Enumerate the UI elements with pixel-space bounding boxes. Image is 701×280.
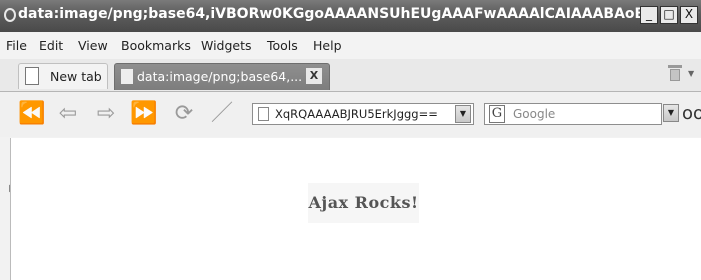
close-tab-icon[interactable]: X [306,68,322,84]
reload-icon[interactable]: ⟳ [170,100,198,128]
address-dropdown-icon[interactable]: ▼ [455,105,471,123]
menu-edit[interactable]: Edit [39,38,63,53]
menu-bar: File Edit View Bookmarks Widgets Tools H… [0,33,701,59]
menu-widgets[interactable]: Widgets [201,38,252,53]
tab-label: data:image/png;base64,... [137,69,303,84]
search-dropdown-icon[interactable]: ▼ [663,104,679,122]
menu-bookmarks[interactable]: Bookmarks [121,38,191,53]
address-value[interactable]: XqRQAAAABJRU5ErkJggg== [275,107,438,121]
window-title: data:image/png;base64,iVBORw0KGgoAAAANSU… [18,6,646,22]
forward-icon[interactable]: ⇨ [92,100,120,128]
menu-tools[interactable]: Tools [267,38,298,53]
page-content: Ajax Rocks! [10,138,701,280]
maximize-button[interactable]: □ [660,6,678,24]
close-window-button[interactable]: X [680,6,698,24]
fast-forward-icon[interactable]: ⏩ [130,100,158,128]
menu-file[interactable]: File [6,38,27,53]
search-placeholder[interactable]: Google [513,107,555,121]
tab-active[interactable]: data:image/png;base64,... X [114,63,330,90]
search-field[interactable]: G Google [484,103,662,125]
tab-menu-arrow-icon[interactable]: ▼ [688,69,694,78]
browser-logo-icon [4,8,16,22]
back-icon[interactable]: ⇦ [54,100,82,128]
navigation-toolbar: ⏪ ⇦ ⇨ ⏩ ⟳ ／ XqRQAAAABJRU5ErkJggg== ▼ G G… [0,92,701,137]
menu-view[interactable]: View [78,38,108,53]
edit-icon[interactable]: ／ [208,100,236,128]
menu-help[interactable]: Help [313,38,342,53]
address-field[interactable]: XqRQAAAABJRU5ErkJggg== ▼ [252,103,474,125]
trash-icon[interactable] [668,65,682,81]
title-bar: data:image/png;base64,iVBORw0KGgoAAAANSU… [0,0,701,32]
minimize-button[interactable]: _ [640,6,658,24]
tab-label: New tab [50,69,102,84]
tab-new-tab[interactable]: New tab [18,63,108,89]
rewind-icon[interactable]: ⏪ [18,100,46,128]
tab-bar: New tab data:image/png;base64,... X ▼ [0,59,701,92]
page-icon [258,107,269,121]
binoculars-icon[interactable]: oo [682,103,701,124]
search-engine-icon[interactable]: G [489,105,505,123]
document-icon [121,69,133,84]
ajax-rocks-image: Ajax Rocks! [308,183,419,223]
new-tab-icon [25,67,39,85]
